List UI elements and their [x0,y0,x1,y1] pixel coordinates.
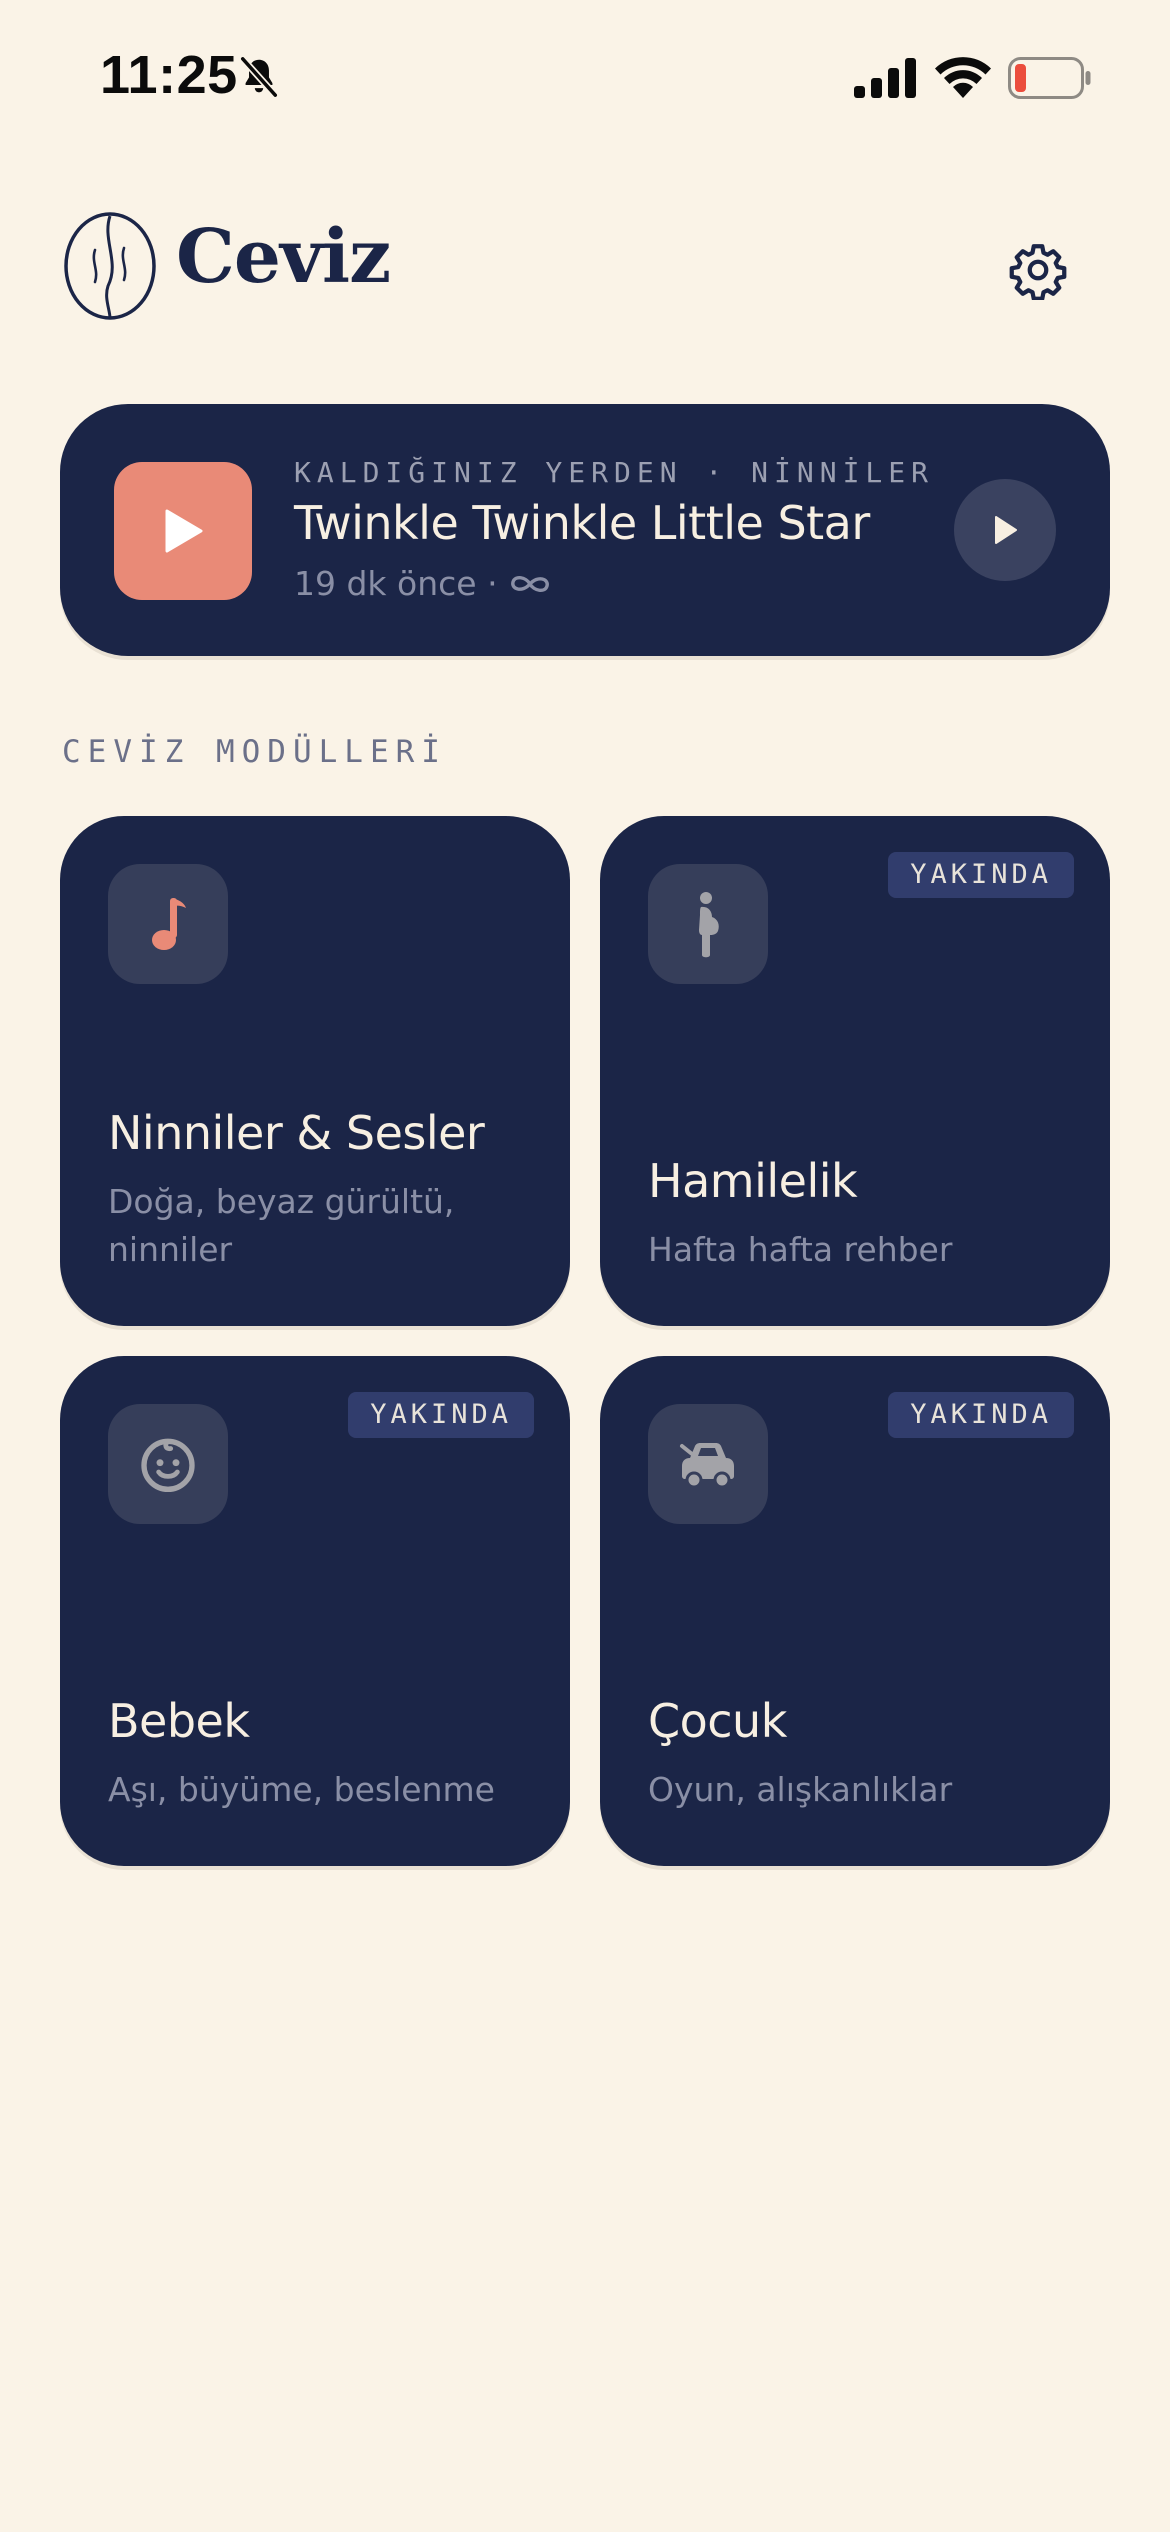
bell-off-icon [240,56,278,98]
play-icon [995,516,1017,544]
continue-play-button[interactable] [954,479,1056,581]
coming-soon-badge: YAKINDA [888,852,1074,898]
coming-soon-badge: YAKINDA [888,1392,1074,1438]
module-title: Hamilelik [648,1154,858,1208]
module-description: Doğa, beyaz gürültü, ninniler [108,1182,455,1269]
continue-time-ago: 19 dk önce · [294,564,498,603]
home-screen: 11:25 Ceviz KALDIĞINIZ YERDEN · NİNNİLER… [0,0,1170,2532]
continue-meta: 19 dk önce · [294,564,552,603]
app-title: Ceviz [176,214,391,300]
play-icon [165,509,203,553]
walnut-logo [64,212,156,320]
music-note-icon [152,898,186,950]
baby-face-icon [141,1438,195,1492]
module-title: Çocuk [648,1694,787,1748]
module-card-baby[interactable]: YAKINDA Bebek Aşı, büyüme, beslenme [60,1356,570,1866]
pregnant-woman-icon [699,892,719,958]
modules-section-title: CEVİZ MODÜLLERİ [62,734,447,770]
module-description: Oyun, alışkanlıklar [648,1770,953,1809]
continue-listening-card[interactable]: KALDIĞINIZ YERDEN · NİNNİLER Twinkle Twi… [60,404,1110,656]
module-title: Bebek [108,1694,250,1748]
coming-soon-badge: YAKINDA [348,1392,534,1438]
signal-icon [854,58,916,98]
module-card-lullabies[interactable]: Ninniler & Sesler Doğa, beyaz gürültü, n… [60,816,570,1326]
gear-icon [1009,244,1067,300]
continue-track-title: Twinkle Twinkle Little Star [294,496,870,550]
module-description: Aşı, büyüme, beslenme [108,1770,495,1809]
module-icon-box [648,864,768,984]
battery-low-icon [1008,57,1091,99]
module-icon-box [108,1404,228,1524]
continue-thumbnail [114,462,252,600]
status-bar: 11:25 [0,0,1170,150]
settings-button[interactable] [1000,232,1076,308]
module-title: Ninniler & Sesler [108,1106,485,1160]
module-card-child[interactable]: YAKINDA Çocuk Oyun, alışkanlıklar [600,1356,1110,1866]
module-card-pregnancy[interactable]: YAKINDA Hamilelik Hafta hafta rehber [600,816,1110,1326]
toy-car-icon [680,1443,734,1489]
module-icon-box [648,1404,768,1524]
wifi-icon [935,57,991,98]
module-description: Hafta hafta rehber [648,1230,953,1269]
infinity-icon [510,575,549,592]
continue-eyebrow: KALDIĞINIZ YERDEN · NİNNİLER [294,456,935,489]
status-time: 11:25 [100,45,238,105]
module-icon-box [108,864,228,984]
